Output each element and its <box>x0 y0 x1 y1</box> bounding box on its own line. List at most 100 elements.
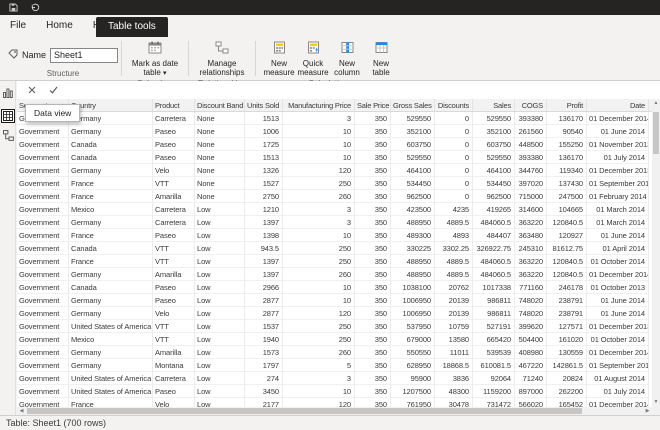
grid-cell[interactable]: 3 <box>283 112 355 125</box>
grid-cell[interactable]: 136170 <box>547 112 587 125</box>
grid-cell[interactable]: Government <box>17 177 69 190</box>
grid-cell[interactable]: Low <box>195 268 245 281</box>
grid-cell[interactable]: 260 <box>283 268 355 281</box>
grid-cell[interactable]: 1159200 <box>473 385 515 398</box>
cancel-icon[interactable] <box>28 81 36 99</box>
grid-cell[interactable]: 2877 <box>245 294 283 307</box>
grid-cell[interactable]: 363220 <box>515 268 547 281</box>
grid-cell[interactable]: 250 <box>283 242 355 255</box>
grid-cell[interactable]: 20824 <box>547 372 587 385</box>
grid-cell[interactable]: Germany <box>69 294 153 307</box>
grid-cell[interactable]: 897000 <box>515 385 547 398</box>
grid-cell[interactable]: 3 <box>283 216 355 229</box>
grid-cell[interactable]: 393380 <box>515 112 547 125</box>
grid-cell[interactable]: 01 December 2014 <box>587 346 649 359</box>
grid-cell[interactable]: 566020 <box>515 398 547 407</box>
grid-cell[interactable]: 1527 <box>245 177 283 190</box>
grid-cell[interactable]: 363220 <box>515 255 547 268</box>
commit-check-icon[interactable] <box>49 81 58 99</box>
grid-cell[interactable]: Low <box>195 359 245 372</box>
grid-cell[interactable]: 350 <box>355 281 391 294</box>
grid-cell[interactable]: 0 <box>435 177 473 190</box>
column-header-discount-band[interactable]: Discount Band <box>195 99 245 111</box>
grid-cell[interactable]: Germany <box>69 216 153 229</box>
grid-cell[interactable]: United States of America <box>69 372 153 385</box>
grid-cell[interactable]: Amarilla <box>153 346 195 359</box>
grid-cell[interactable]: United States of America <box>69 320 153 333</box>
grid-cell[interactable]: Mexico <box>69 333 153 346</box>
new-measure-button[interactable]: New measure <box>262 39 296 78</box>
grid-cell[interactable]: 10759 <box>435 320 473 333</box>
grid-cell[interactable]: 260 <box>283 346 355 359</box>
grid-cell[interactable]: 350 <box>355 372 391 385</box>
column-header-date[interactable]: Date <box>587 99 649 111</box>
grid-cell[interactable]: Low <box>195 203 245 216</box>
grid-cell[interactable]: VTT <box>153 333 195 346</box>
grid-cell[interactable]: 748020 <box>515 307 547 320</box>
grid-cell[interactable]: 01 December 2014 <box>587 112 649 125</box>
grid-cell[interactable]: France <box>69 255 153 268</box>
grid-cell[interactable]: 350 <box>355 294 391 307</box>
grid-cell[interactable]: 350 <box>355 359 391 372</box>
grid-cell[interactable]: 350 <box>355 333 391 346</box>
new-table-button[interactable]: New table <box>364 39 398 78</box>
grid-cell[interactable]: France <box>69 229 153 242</box>
grid-cell[interactable]: None <box>195 151 245 164</box>
grid-cell[interactable]: Low <box>195 372 245 385</box>
grid-cell[interactable]: 771160 <box>515 281 547 294</box>
grid-cell[interactable]: VTT <box>153 177 195 190</box>
grid-cell[interactable]: 2750 <box>245 190 283 203</box>
grid-cell[interactable]: Government <box>17 190 69 203</box>
grid-cell[interactable]: 1725 <box>245 138 283 151</box>
tab-home[interactable]: Home <box>36 15 83 37</box>
grid-cell[interactable]: 1397 <box>245 268 283 281</box>
tab-file[interactable]: File <box>0 15 36 37</box>
grid-cell[interactable]: Paseo <box>153 125 195 138</box>
column-header-units-sold[interactable]: Units Sold <box>245 99 283 111</box>
grid-cell[interactable]: 527191 <box>473 320 515 333</box>
grid-cell[interactable]: 1038100 <box>391 281 435 294</box>
grid-cell[interactable]: 01 February 2014 <box>587 190 649 203</box>
grid-cell[interactable]: 20139 <box>435 307 473 320</box>
grid-cell[interactable]: 165452 <box>547 398 587 407</box>
grid-cell[interactable]: Government <box>17 398 69 407</box>
column-header-discounts[interactable]: Discounts <box>435 99 473 111</box>
grid-cell[interactable]: Carretera <box>153 112 195 125</box>
grid-cell[interactable]: 71240 <box>515 372 547 385</box>
grid-cell[interactable]: 161020 <box>547 333 587 346</box>
scroll-down-icon[interactable]: ▼ <box>652 398 660 407</box>
grid-cell[interactable]: 330225 <box>391 242 435 255</box>
grid-cell[interactable]: 90540 <box>547 125 587 138</box>
grid-cell[interactable]: Paseo <box>153 281 195 294</box>
grid-cell[interactable]: 539539 <box>473 346 515 359</box>
grid-cell[interactable]: 01 July 2014 <box>587 151 649 164</box>
grid-cell[interactable]: 262200 <box>547 385 587 398</box>
mark-as-date-table-button[interactable]: Mark as date table ▾ <box>128 39 182 78</box>
grid-cell[interactable]: 350 <box>355 320 391 333</box>
grid-cell[interactable]: Germany <box>69 125 153 138</box>
grid-cell[interactable]: Low <box>195 307 245 320</box>
scroll-right-icon[interactable]: ▶ <box>643 407 652 415</box>
grid-cell[interactable]: 352100 <box>473 125 515 138</box>
report-view-button[interactable] <box>1 86 15 100</box>
grid-cell[interactable]: 01 December 2013 <box>587 164 649 177</box>
grid-cell[interactable]: 01 June 2014 <box>587 294 649 307</box>
grid-cell[interactable]: Germany <box>69 346 153 359</box>
grid-cell[interactable]: 529550 <box>391 151 435 164</box>
grid-cell[interactable]: 1398 <box>245 229 283 242</box>
grid-cell[interactable]: 529550 <box>473 151 515 164</box>
column-header-sales[interactable]: Sales <box>473 99 515 111</box>
grid-cell[interactable]: 246178 <box>547 281 587 294</box>
grid-cell[interactable]: 628950 <box>391 359 435 372</box>
grid-cell[interactable]: 484060.5 <box>473 268 515 281</box>
grid-cell[interactable]: Carretera <box>153 216 195 229</box>
grid-cell[interactable]: 1006950 <box>391 307 435 320</box>
grid-cell[interactable]: 261560 <box>515 125 547 138</box>
grid-cell[interactable]: 245310 <box>515 242 547 255</box>
grid-cell[interactable]: Germany <box>69 268 153 281</box>
grid-cell[interactable]: Mexico <box>69 203 153 216</box>
grid-cell[interactable]: 18868.5 <box>435 359 473 372</box>
scroll-up-icon[interactable]: ▲ <box>652 99 660 108</box>
grid-cell[interactable]: 731472 <box>473 398 515 407</box>
grid-cell[interactable]: 1397 <box>245 255 283 268</box>
